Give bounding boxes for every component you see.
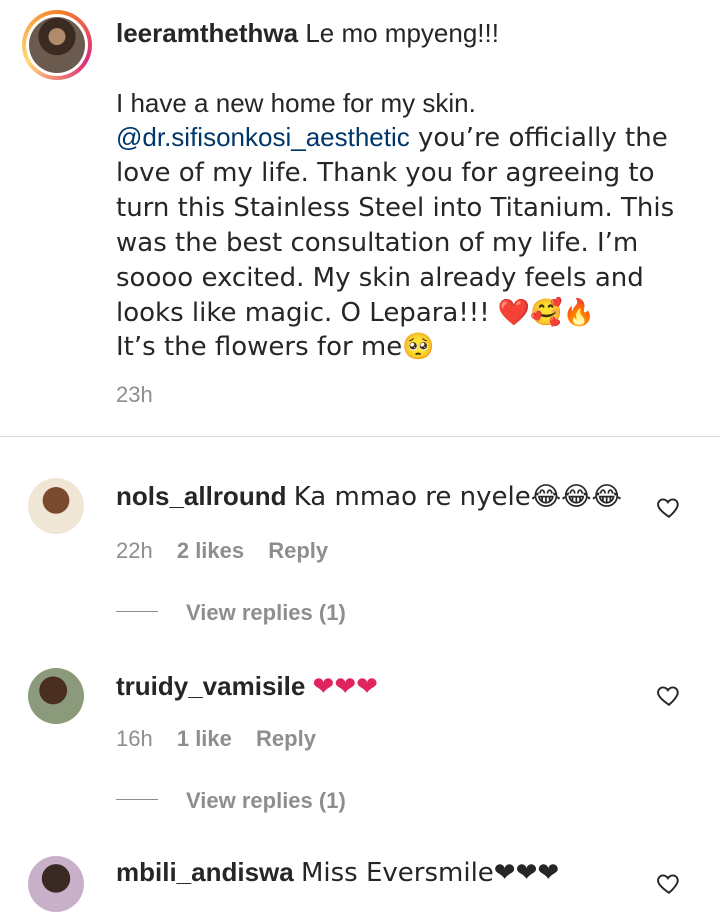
comment-username[interactable]: nols_allround: [116, 481, 286, 511]
avatar-image: [29, 17, 85, 73]
commenter-avatar[interactable]: [28, 856, 84, 912]
view-replies-button[interactable]: View replies (1): [186, 788, 346, 814]
replies-divider: [116, 611, 158, 612]
comment-meta: 22h 2 likes Reply: [116, 538, 328, 564]
comment-2: truidy_vamisile ❤❤❤: [116, 670, 378, 703]
reply-button[interactable]: Reply: [256, 726, 316, 751]
likes-count[interactable]: 2 likes: [177, 538, 244, 563]
comment-username[interactable]: mbili_andiswa: [116, 857, 294, 887]
heart-outline-icon[interactable]: [656, 494, 682, 520]
post-timestamp: 23h: [116, 382, 153, 407]
post-body-last: It’s the flowers for me🥺: [116, 332, 435, 362]
heart-outline-icon[interactable]: [656, 682, 682, 708]
mention-link[interactable]: @dr.sifisonkosi_aesthetic: [116, 122, 410, 152]
comment-username[interactable]: truidy_vamisile: [116, 671, 305, 701]
comment-3: mbili_andiswa Miss Eversmile❤❤❤: [116, 856, 559, 889]
post-caption: leeramthethwa Le mo mpyeng!!!: [116, 16, 706, 50]
comment-time: 22h: [116, 538, 153, 563]
comment-meta: 16h 1 like Reply: [116, 726, 316, 752]
view-replies-button[interactable]: View replies (1): [186, 600, 346, 626]
post-body: I have a new home for my skin. @dr.sifis…: [116, 86, 706, 364]
comment-time: 16h: [116, 726, 153, 751]
commenter-avatar[interactable]: [28, 478, 84, 534]
commenter-avatar[interactable]: [28, 668, 84, 724]
post-username[interactable]: leeramthethwa: [116, 18, 298, 48]
post-body-line1: I have a new home for my skin.: [116, 88, 476, 118]
post-body-paragraph: @dr.sifisonkosi_aesthetic you’re officia…: [116, 120, 706, 330]
post-body-rest: you’re officially the love of my life. T…: [116, 123, 675, 328]
divider: [0, 436, 720, 437]
post-author-avatar[interactable]: [22, 10, 92, 80]
post-title-text: Le mo mpyeng!!!: [305, 18, 499, 48]
reply-button[interactable]: Reply: [268, 538, 328, 563]
replies-divider: [116, 799, 158, 800]
comment-text: Miss Eversmile❤❤❤: [300, 858, 560, 888]
comment-1: nols_allround Ka mmao re nyele😂😂😂: [116, 480, 622, 513]
heart-outline-icon[interactable]: [656, 870, 682, 896]
comment-text: ❤❤❤: [312, 672, 378, 702]
likes-count[interactable]: 1 like: [177, 726, 232, 751]
comment-text: Ka mmao re nyele😂😂😂: [293, 482, 622, 512]
